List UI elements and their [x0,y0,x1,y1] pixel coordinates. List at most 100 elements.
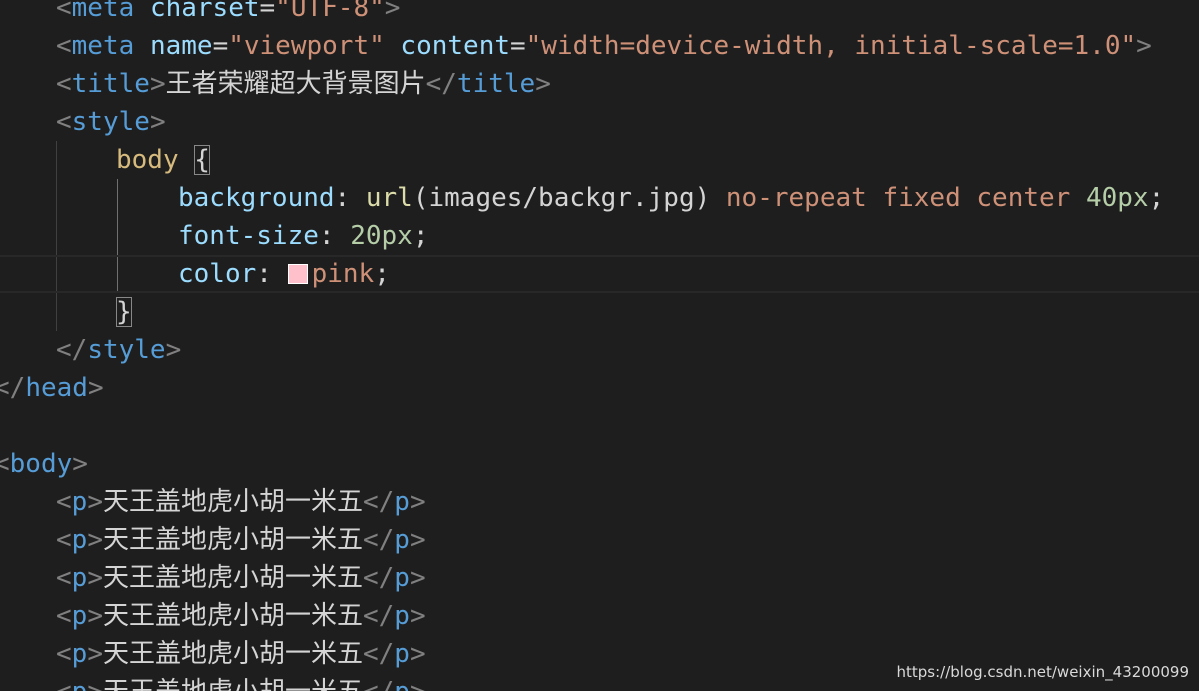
code-line-content: </style> [56,331,181,369]
code-token: color [178,259,257,289]
code-line-content: <p>天王盖地虎小胡一米五</p> [56,673,426,691]
code-line-content: </head> [0,369,104,407]
code-line[interactable]: <p>天王盖地虎小胡一米五</p> [0,521,1199,559]
code-token: 天王盖地虎小胡一米五 [103,677,363,691]
code-token: </ [362,639,395,669]
code-token: ; [374,259,390,289]
code-token: p [71,563,88,593]
code-line-content: <body> [0,445,88,483]
code-line[interactable]: } [0,293,1199,331]
code-token: title [456,69,536,99]
code-line[interactable]: body { [0,141,1199,179]
code-token: > [1136,31,1152,61]
code-token: > [409,563,426,593]
code-token: style [71,107,150,137]
code-token: </ [363,677,394,691]
code-line[interactable]: <p>天王盖地虎小胡一米五</p> [0,559,1199,597]
code-token: < [56,0,72,23]
code-token: = [259,0,276,23]
code-token: p [71,525,88,555]
code-line[interactable]: <meta name="viewport" content="width=dev… [0,27,1199,65]
code-line-content: <style> [56,103,166,141]
code-line[interactable]: <title>王者荣耀超大背景图片</title> [0,65,1199,103]
code-token: p [394,677,410,691]
code-token: "width=device-width, initial-scale=1.0" [525,31,1137,61]
code-token: > [535,69,551,99]
code-token: > [410,677,426,691]
code-token: < [56,601,72,631]
code-token: ) [694,183,711,213]
code-line[interactable]: <body> [0,445,1199,483]
code-token: "UTF-8" [275,0,385,23]
watermark-url: https://blog.csdn.net/weixin_43200099 [896,663,1189,681]
code-token: content [400,31,510,61]
code-line[interactable]: font-size: 20px; [0,217,1199,255]
code-token: p [71,601,88,631]
code-token: > [409,639,426,669]
code-token: > [87,487,103,517]
code-line[interactable]: </style> [0,331,1199,369]
code-line[interactable]: background: url(images/backgr.jpg) no-re… [0,179,1199,217]
code-line-content: <p>天王盖地虎小胡一米五</p> [56,635,426,673]
code-token: > [409,487,426,517]
code-token: < [56,107,72,137]
code-token: : [256,259,288,289]
code-token: body [9,449,73,479]
code-token: pink [311,259,375,289]
code-token: > [72,449,88,479]
code-token: </ [425,69,457,99]
code-token: < [0,449,10,479]
code-token: < [56,563,72,593]
code-token: title [71,69,150,99]
code-token: head [25,373,88,403]
code-token: no-repeat [725,183,867,213]
code-token: </ [362,563,395,593]
code-line[interactable]: <style> [0,103,1199,141]
code-editor[interactable]: <meta charset="UTF-8"> <meta name="viewpo… [0,0,1199,691]
code-token: } [116,297,132,327]
code-line[interactable]: </head> [0,369,1199,407]
code-token: < [56,69,72,99]
code-line-content: <p>天王盖地虎小胡一米五</p> [56,483,426,521]
code-token: p [71,487,88,517]
code-token: style [87,335,166,365]
code-token: > [87,677,103,691]
code-line-content: color: pink; [178,257,390,291]
code-token: p [394,601,410,631]
code-line[interactable]: <p>天王盖地虎小胡一米五</p> [0,483,1199,521]
code-token: ( [412,183,429,213]
code-line[interactable]: color: pink; [0,255,1199,293]
code-line-content: } [116,293,132,331]
code-token: url [365,183,413,213]
code-token: fixed [882,183,961,213]
code-token: </ [56,335,88,365]
code-token: 天王盖地虎小胡一米五 [102,487,363,517]
code-token: : [334,183,366,213]
code-token: > [87,373,104,403]
code-line[interactable]: <meta charset="UTF-8"> [0,0,1199,27]
code-line[interactable]: <p>天王盖地虎小胡一米五</p> [0,597,1199,635]
code-token: </ [362,525,395,555]
code-token: > [87,525,103,555]
code-token: images/backgr.jpg [428,183,695,213]
code-token: background [178,183,335,213]
code-line[interactable] [0,407,1199,445]
code-token: meta [71,31,135,61]
code-token: > [409,525,426,555]
code-token: > [384,0,401,23]
code-line-content: <meta name="viewport" content="width=dev… [56,27,1152,65]
code-token: < [56,31,72,61]
code-token: 天王盖地虎小胡一米五 [102,639,363,669]
code-token: 20px [350,221,413,251]
code-line-content: <meta charset="UTF-8"> [56,0,400,27]
code-token: p [394,563,410,593]
code-token: ; [412,221,429,251]
code-token: 天王盖地虎小胡一米五 [102,525,363,555]
code-token: < [56,639,72,669]
color-swatch-icon[interactable] [287,264,308,284]
code-line-content: <p>天王盖地虎小胡一米五</p> [56,597,426,635]
